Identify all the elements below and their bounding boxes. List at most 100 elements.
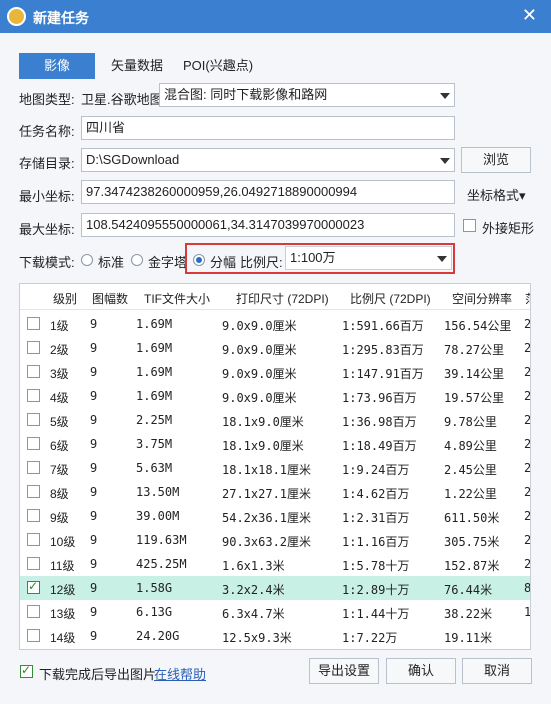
online-help-link[interactable]: 在线帮助	[154, 664, 206, 683]
table-row[interactable]: 5级 9 2.25M 18.1x9.0厘米 1:36.98百万 9.78公里 2	[20, 408, 531, 432]
scale-select[interactable]: 1:100万	[285, 246, 452, 270]
cell-resolution: 2.45公里	[444, 463, 497, 477]
cell-count: 9	[90, 389, 98, 403]
export-after-download-label: 下载完成后导出图片	[39, 667, 157, 682]
table-row[interactable]: 8级 9 13.50M 27.1x27.1厘米 1:4.62百万 1.22公里 2	[20, 480, 531, 504]
cell-level: 9级	[50, 511, 69, 525]
row-checkbox[interactable]	[27, 437, 40, 450]
coord-format-button[interactable]: 坐标格式▾	[467, 185, 526, 204]
cancel-button[interactable]: 取消	[462, 658, 532, 684]
row-checkbox[interactable]	[27, 365, 40, 378]
row-checkbox[interactable]	[27, 509, 40, 522]
cell-extra: 2	[524, 365, 531, 379]
cell-resolution: 152.87米	[444, 559, 500, 573]
table-row[interactable]: 12级 9 1.58G 3.2x2.4米 1:2.89十万 76.44米 8	[20, 576, 530, 600]
cell-tif-size: 1.69M	[136, 341, 173, 355]
cell-tif-size: 5.63M	[136, 461, 173, 475]
table-row[interactable]: 11级 9 425.25M 1.6x1.3米 1:5.78十万 152.87米 2	[20, 552, 531, 576]
cell-tif-size: 425.25M	[136, 557, 187, 571]
table-row[interactable]: 10级 9 119.63M 90.3x63.2厘米 1:1.16百万 305.75米 2	[20, 528, 530, 552]
cell-level: 6级	[50, 439, 69, 453]
min-coord-input[interactable]: 97.3474238260000959,26.0492718890000994	[81, 180, 455, 204]
cell-resolution: 1.22公里	[444, 487, 497, 501]
cell-extra: 2	[524, 413, 531, 427]
table-row[interactable]: 14级 9 24.20G 12.5x9.3米 1:7.22万 19.11米	[20, 624, 530, 648]
cell-scale: 1:2.31百万	[342, 511, 410, 525]
row-checkbox[interactable]	[27, 413, 40, 426]
map-type-label: 地图类型:	[19, 92, 75, 107]
bounding-rect-checkbox[interactable]	[463, 219, 476, 232]
cell-tif-size: 119.63M	[136, 533, 187, 547]
row-checkbox[interactable]	[27, 579, 40, 594]
chevron-down-icon	[437, 256, 447, 262]
cell-level: 1级	[50, 319, 69, 333]
cell-count: 9	[90, 461, 98, 475]
mode-pyramid-radio[interactable]	[131, 254, 143, 266]
browse-button[interactable]: 浏览	[461, 147, 531, 173]
row-checkbox[interactable]	[27, 533, 40, 546]
table-row[interactable]: 2级 9 1.69M 9.0x9.0厘米 1:295.83百万 78.27公里 2	[20, 336, 530, 360]
cell-count: 9	[90, 485, 98, 499]
chevron-down-icon	[440, 158, 450, 164]
row-checkbox[interactable]	[27, 629, 40, 642]
tab-imagery[interactable]: 影像	[19, 53, 95, 79]
cell-count: 9	[90, 581, 98, 595]
cell-extra: 2	[524, 557, 531, 571]
col-tif-size: TIF文件大小	[144, 292, 210, 306]
close-icon[interactable]: ✕	[522, 5, 537, 26]
cell-resolution: 9.78公里	[444, 415, 497, 429]
task-name-label: 任务名称:	[19, 124, 75, 139]
save-dir-select[interactable]: D:\SGDownload	[81, 148, 455, 172]
mode-tiled-label: 分幅	[210, 255, 237, 270]
cell-level: 10级	[50, 535, 76, 549]
map-type-value[interactable]: 卫星.谷歌地图	[81, 89, 163, 108]
table-row[interactable]: 6级 9 3.75M 18.1x9.0厘米 1:18.49百万 4.89公里 2	[20, 432, 530, 456]
table-row[interactable]: 9级 9 39.00M 54.2x36.1厘米 1:2.31百万 611.50米 2	[20, 504, 530, 528]
cell-level: 4级	[50, 391, 69, 405]
cell-level: 3级	[50, 367, 69, 381]
row-checkbox[interactable]	[27, 605, 40, 618]
mode-tiled-radio[interactable]	[193, 254, 205, 266]
cell-tif-size: 2.25M	[136, 413, 173, 427]
tab-vector[interactable]: 矢量数据	[104, 53, 170, 79]
cell-scale: 1:36.98百万	[342, 415, 417, 429]
row-checkbox[interactable]	[27, 341, 40, 354]
cell-count: 9	[90, 413, 98, 427]
row-checkbox[interactable]	[27, 557, 40, 570]
map-mode-value: 混合图: 同时下载影像和路网	[164, 87, 328, 102]
dialog-body: 影像 矢量数据 POI(兴趣点) 地图类型: 卫星.谷歌地图 混合图: 同时下载…	[0, 33, 551, 704]
cell-count: 9	[90, 629, 98, 643]
row-checkbox[interactable]	[27, 461, 40, 474]
col-count: 图幅数	[92, 292, 129, 306]
table-row[interactable]: 1级 9 1.69M 9.0x9.0厘米 1:591.66百万 156.54公里 2	[20, 312, 531, 336]
cell-scale: 1:295.83百万	[342, 343, 424, 357]
cell-print-size: 27.1x27.1厘米	[222, 487, 312, 501]
map-mode-select[interactable]: 混合图: 同时下载影像和路网	[159, 83, 455, 107]
max-coord-input[interactable]: 108.5424095550000061,34.3147039970000023	[81, 213, 455, 237]
row-checkbox[interactable]	[27, 317, 40, 330]
cell-extra: 2	[524, 317, 531, 331]
cell-print-size: 9.0x9.0厘米	[222, 367, 297, 381]
cell-count: 9	[90, 317, 98, 331]
cell-resolution: 38.22米	[444, 607, 493, 621]
export-after-download-checkbox[interactable]	[20, 663, 33, 678]
table-row[interactable]: 13级 9 6.13G 6.3x4.7米 1:1.44十万 38.22米 1	[20, 600, 530, 624]
row-checkbox[interactable]	[27, 485, 40, 498]
cell-count: 9	[90, 509, 98, 523]
export-settings-button[interactable]: 导出设置	[309, 658, 379, 684]
row-checkbox[interactable]	[27, 389, 40, 402]
mode-standard-radio[interactable]	[81, 254, 93, 266]
task-name-input[interactable]: 四川省	[81, 116, 455, 140]
tab-poi[interactable]: POI(兴趣点)	[178, 53, 258, 79]
ok-button[interactable]: 确认	[386, 658, 456, 684]
col-level: 级别	[53, 292, 78, 306]
cell-scale: 1:7.22万	[342, 631, 398, 645]
table-row[interactable]: 3级 9 1.69M 9.0x9.0厘米 1:147.91百万 39.14公里 2	[20, 360, 531, 384]
mode-standard-label: 标准	[98, 255, 125, 270]
table-row[interactable]: 7级 9 5.63M 18.1x18.1厘米 1:9.24百万 2.45公里 2	[20, 456, 530, 480]
cell-extra: 2	[524, 485, 531, 499]
table-row[interactable]: 4级 9 1.69M 9.0x9.0厘米 1:73.96百万 19.57公里 2	[20, 384, 530, 408]
bounding-rect-label: 外接矩形	[482, 221, 535, 236]
cell-tif-size: 1.69M	[136, 389, 173, 403]
cell-resolution: 4.89公里	[444, 439, 497, 453]
